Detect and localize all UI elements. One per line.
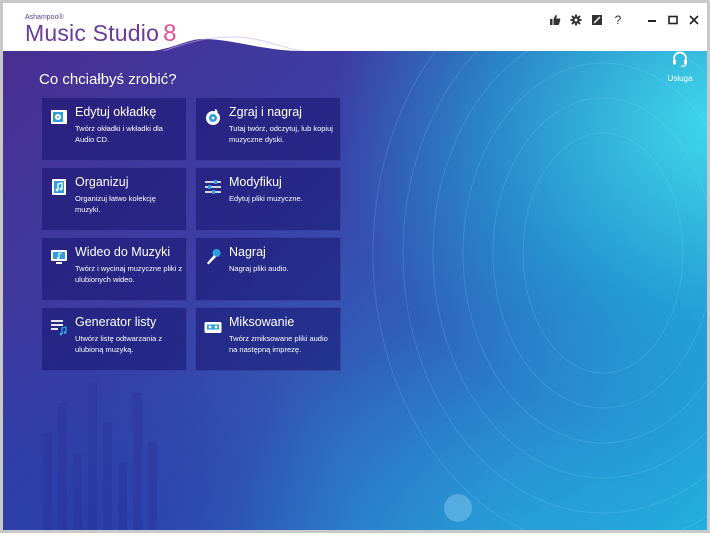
tile-title: Organizuj bbox=[75, 175, 129, 189]
app-name: Music Studio bbox=[25, 20, 160, 46]
music-library-icon bbox=[52, 179, 66, 195]
tile-description: Tutaj twórz, odczytuj, lub kopiuj muzycz… bbox=[229, 124, 333, 144]
close-icon[interactable] bbox=[687, 13, 701, 27]
tile-mixing[interactable]: Miksowanie Twórz zmiksowane pliki audio … bbox=[195, 307, 341, 371]
tile-description: Twórz i wycinaj muzyczne pliki z ulubion… bbox=[75, 264, 183, 284]
tile-title: Modyfikuj bbox=[229, 175, 282, 189]
tile-description: Edytuj pliki muzyczne. bbox=[229, 194, 303, 203]
page-title: Co chciałbyś zrobić? bbox=[39, 71, 177, 88]
window-controls: ? bbox=[548, 13, 701, 27]
app-window: Ashampoo® Music Studio 8 ? Usługa Co chc… bbox=[3, 3, 707, 530]
cover-icon bbox=[51, 110, 67, 124]
tile-video-to-music[interactable]: Wideo do Muzyki Twórz i wycinaj muzyczne… bbox=[41, 237, 187, 301]
disc-icon bbox=[206, 109, 220, 125]
help-icon[interactable]: ? bbox=[611, 13, 625, 27]
tile-title: Generator listy bbox=[75, 315, 157, 329]
thumbs-up-icon[interactable] bbox=[548, 13, 562, 27]
sliders-icon bbox=[205, 180, 221, 194]
monitor-music-icon bbox=[51, 250, 67, 264]
tile-organize[interactable]: Organizuj Organizuj łatwo kolekcję muzyk… bbox=[41, 167, 187, 231]
tile-title: Edytuj okładkę bbox=[75, 105, 157, 119]
tile-rip-burn[interactable]: Zgraj i nagraj Tutaj twórz, odczytuj, lu… bbox=[195, 97, 341, 161]
cassette-icon bbox=[204, 322, 222, 333]
tile-playlist-generator[interactable]: Generator listy Utwórz listę odtwarzania… bbox=[41, 307, 187, 371]
tile-description: Twórz zmiksowane pliki audio na następną… bbox=[229, 334, 328, 354]
tile-record[interactable]: Nagraj Nagraj pliki audio. bbox=[195, 237, 341, 301]
tile-description: Organizuj łatwo kolekcję muzyki. bbox=[75, 194, 156, 214]
tile-title: Wideo do Muzyki bbox=[75, 245, 171, 259]
headset-icon bbox=[673, 51, 687, 68]
tile-title: Nagraj bbox=[229, 245, 266, 259]
app-version: 8 bbox=[163, 20, 177, 47]
gear-icon[interactable] bbox=[569, 13, 583, 27]
skin-icon[interactable] bbox=[590, 13, 604, 27]
tile-modify[interactable]: Modyfikuj Edytuj pliki muzyczne. bbox=[195, 167, 341, 231]
playlist-icon bbox=[51, 320, 67, 336]
service-button[interactable]: Usługa bbox=[658, 50, 702, 83]
tile-description: Twórz okładki i wkładki dla Audio CD. bbox=[75, 124, 163, 144]
tile-title: Zgraj i nagraj bbox=[229, 105, 302, 119]
tile-description: Utwórz listę odtwarzania z ulubioną muzy… bbox=[75, 334, 163, 354]
maximize-icon[interactable] bbox=[666, 13, 680, 27]
title-bar: Ashampoo® Music Studio 8 ? bbox=[3, 3, 707, 51]
minimize-icon[interactable] bbox=[645, 13, 659, 27]
tile-title: Miksowanie bbox=[229, 315, 295, 329]
microphone-icon bbox=[207, 249, 221, 265]
tile-edit-cover[interactable]: Edytuj okładkę Twórz okładki i wkładki d… bbox=[41, 97, 187, 161]
service-label: Usługa bbox=[667, 74, 693, 83]
tile-description: Nagraj pliki audio. bbox=[229, 264, 289, 273]
app-logo: Music Studio 8 bbox=[25, 20, 177, 48]
